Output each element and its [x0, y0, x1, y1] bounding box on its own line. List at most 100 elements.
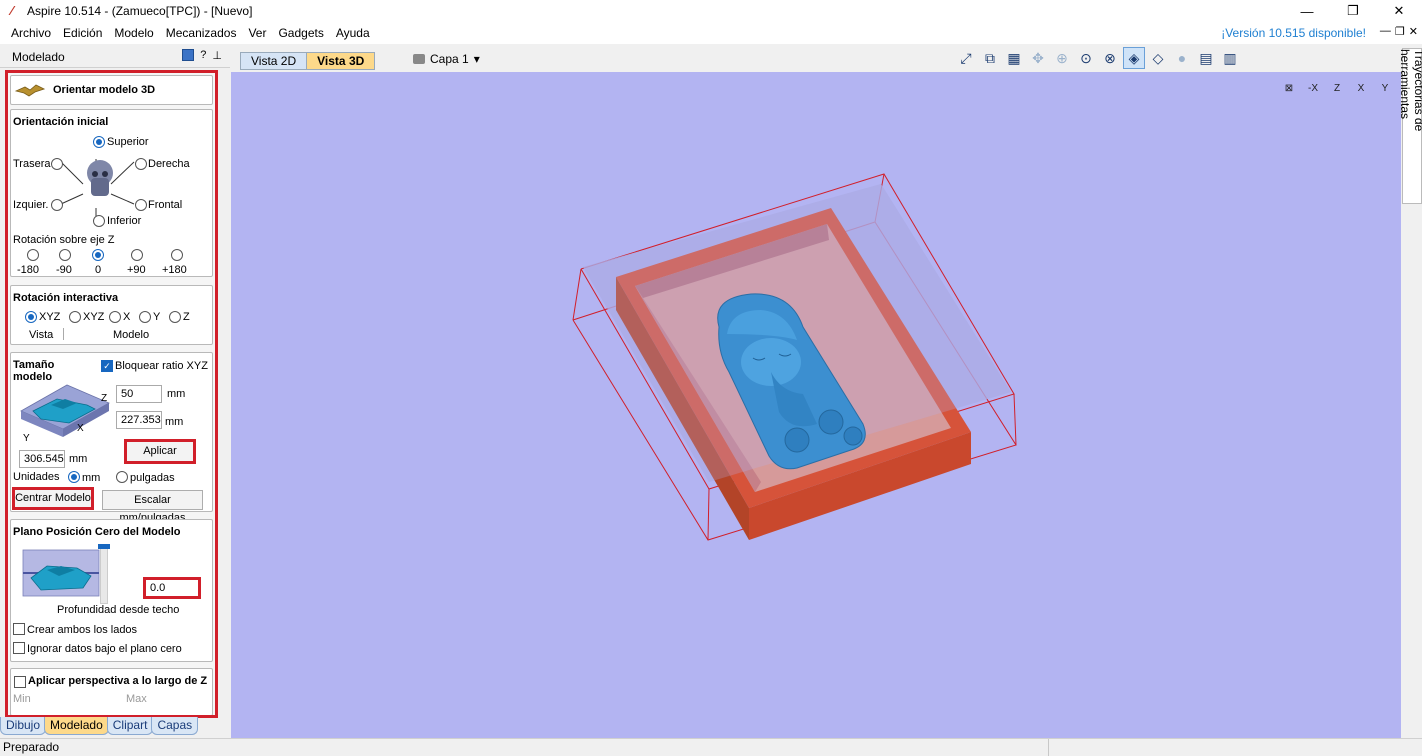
menu-ayuda[interactable]: Ayuda [330, 26, 376, 40]
scale-units-button[interactable]: Escalar mm/pulgadas [102, 490, 203, 524]
pan-icon[interactable]: ✥ [1027, 47, 1049, 69]
tab-vista-3d[interactable]: Vista 3D [306, 52, 376, 70]
axis-x-label: X [77, 423, 84, 434]
menu-ver[interactable]: Ver [242, 26, 272, 40]
pin-icon[interactable]: ⊥ [212, 49, 222, 62]
size-y-input[interactable]: 227.353 [116, 411, 162, 429]
model-size-title: Tamaño modelo [13, 359, 55, 383]
orientation-section: Orientación inicial Superior Trasera Der… [10, 109, 213, 277]
chevron-down-icon: ▾ [473, 52, 480, 66]
rotation-z-label: Rotación sobre eje Z [13, 234, 115, 246]
orientation-izquierda-radio[interactable] [51, 199, 63, 211]
orientation-frontal-label: Frontal [148, 199, 183, 211]
shading-icon[interactable]: ● [1171, 47, 1193, 69]
interactive-y-radio[interactable] [139, 311, 151, 323]
layer-selector[interactable]: Capa 1 ▾ [413, 52, 480, 66]
apply-size-button[interactable]: Aplicar [124, 439, 196, 464]
split-vertical-icon[interactable]: ▥ [1219, 47, 1241, 69]
tab-dibujo[interactable]: Dibujo [0, 717, 47, 735]
dock-panel-icon[interactable] [182, 49, 195, 61]
interactive-rotation-title: Rotación interactiva [13, 292, 119, 304]
depth-from-top-label: Profundidad desde techo [57, 604, 180, 616]
toolpaths-side-tab[interactable]: Trayectorias de herramientas [1398, 48, 1422, 204]
panel-title: Orientar modelo 3D [53, 84, 156, 96]
status-text: Preparado [3, 740, 60, 754]
interactive-z-radio[interactable] [169, 311, 181, 323]
depth-slider-handle[interactable] [98, 544, 110, 549]
rotation-z-minus90-label: -90 [56, 264, 72, 276]
rotation-z-plus180-label: +180 [162, 264, 187, 276]
perspective-max-label: Max [126, 693, 147, 705]
orientation-superior-label: Superior [107, 136, 149, 148]
menu-modelo[interactable]: Modelo [108, 26, 159, 40]
rotation-z-minus90-radio[interactable] [59, 249, 71, 261]
rotation-z-0-radio[interactable] [92, 249, 104, 261]
unit-mm-radio[interactable] [68, 471, 80, 483]
size-z-unit: mm [167, 388, 186, 400]
orientation-inferior-radio[interactable] [93, 215, 105, 227]
lock-ratio-checkbox[interactable]: ✓ [101, 360, 113, 372]
status-divider [1048, 739, 1049, 756]
tab-clipart[interactable]: Clipart [106, 717, 154, 735]
interactive-z-label: Z [183, 311, 190, 323]
size-z-input[interactable]: 50 [116, 385, 162, 403]
orientation-superior-radio[interactable] [93, 136, 105, 148]
orientation-inferior-label: Inferior [107, 215, 142, 227]
split-horizontal-icon[interactable]: ▤ [1195, 47, 1217, 69]
ignore-below-checkbox[interactable] [13, 642, 25, 654]
tab-modelado[interactable]: Modelado [44, 717, 109, 735]
interactive-modelo-xyz-radio[interactable] [69, 311, 81, 323]
show-model-icon[interactable]: ◈ [1123, 47, 1145, 69]
depth-slider-track[interactable] [100, 546, 108, 604]
menu-archivo[interactable]: Archivo [5, 26, 57, 40]
interactive-y-label: Y [153, 311, 161, 323]
orientation-frontal-radio[interactable] [135, 199, 147, 211]
rotation-z-minus180-label: -180 [17, 264, 40, 276]
zoom-selection-icon[interactable]: ⊗ [1099, 47, 1121, 69]
minimize-button[interactable]: — [1284, 0, 1330, 22]
unit-inches-radio[interactable] [116, 471, 128, 483]
tab-capas[interactable]: Capas [151, 717, 199, 735]
close-button[interactable]: ✕ [1376, 0, 1422, 22]
both-sides-checkbox[interactable] [13, 623, 25, 635]
size-x-input[interactable]: 306.545 [19, 450, 65, 468]
version-available-link[interactable]: ¡Versión 10.515 disponible! [1221, 26, 1366, 40]
perspective-checkbox[interactable] [14, 676, 26, 688]
rotation-z-plus90-radio[interactable] [131, 249, 143, 261]
mdi-minimize-icon[interactable]: — [1380, 25, 1391, 38]
maximize-button[interactable]: ❐ [1330, 0, 1376, 22]
menu-edicion[interactable]: Edición [57, 26, 108, 40]
3d-scene [572, 173, 1017, 541]
interactive-vista-group-label: Vista [29, 329, 54, 341]
zoom-box-icon[interactable]: ⧉ [979, 47, 1001, 69]
aspire-logo-icon: ∕ [10, 3, 14, 18]
3d-viewport[interactable]: ⊠ -X Z X Y [231, 72, 1401, 738]
menu-gadgets[interactable]: Gadgets [272, 26, 329, 40]
orientation-derecha-radio[interactable] [135, 158, 147, 170]
perspective-min-label: Min [13, 693, 31, 705]
menu-mecanizados[interactable]: Mecanizados [160, 26, 243, 40]
perspective-title: Aplicar perspectiva a lo largo de Z [28, 675, 208, 687]
both-sides-label: Crear ambos los lados [27, 624, 138, 636]
view-toolbar: ⤢ ⧉ ▦ ✥ ⊕ ⊙ ⊗ ◈ ◇ ● ▤ ▥ [955, 47, 1241, 71]
center-model-button[interactable]: Centrar Modelo [12, 487, 94, 510]
mdi-restore-icon[interactable]: ❐ [1395, 25, 1405, 38]
tab-vista-2d[interactable]: Vista 2D [240, 52, 308, 70]
interactive-x-radio[interactable] [109, 311, 121, 323]
rotation-z-minus180-radio[interactable] [27, 249, 39, 261]
grid-icon[interactable]: ▦ [1003, 47, 1025, 69]
orientation-trasera-radio[interactable] [51, 158, 63, 170]
lock-ratio-label: Bloquear ratio XYZ [115, 360, 208, 372]
help-icon[interactable]: ? [200, 49, 206, 62]
zero-plane-value-input[interactable]: 0.0 [143, 577, 201, 599]
show-toolpath-icon[interactable]: ◇ [1147, 47, 1169, 69]
model-size-section: Tamaño modelo ✓ Bloquear ratio XYZ Z X Y… [10, 352, 213, 524]
zoom-icon[interactable]: ⊙ [1075, 47, 1097, 69]
car-zero-plane-icon [22, 549, 100, 597]
rotation-z-0-label: 0 [95, 264, 102, 276]
interactive-vista-xyz-radio[interactable] [25, 311, 37, 323]
rotation-z-plus180-radio[interactable] [171, 249, 183, 261]
zoom-in-icon[interactable]: ⊕ [1051, 47, 1073, 69]
zoom-extents-icon[interactable]: ⤢ [955, 47, 977, 69]
mdi-close-icon[interactable]: ✕ [1409, 25, 1418, 38]
